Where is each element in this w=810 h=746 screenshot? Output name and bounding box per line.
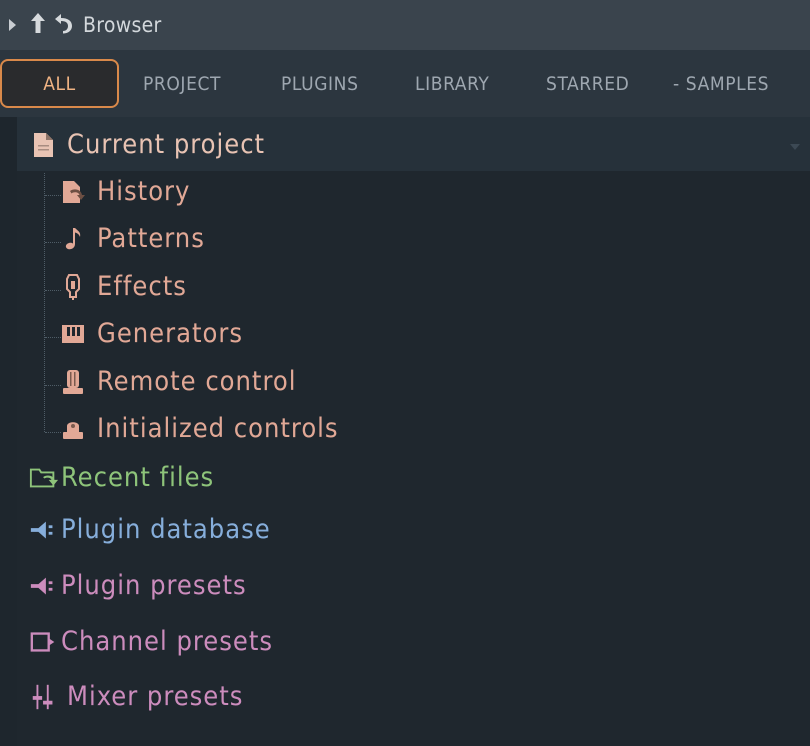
tree-item-label: Remote control <box>97 366 297 397</box>
tree-item-generators[interactable]: Generators <box>59 318 243 349</box>
tree-item-current-project[interactable]: Current project <box>29 129 265 160</box>
tree-item-label: Generators <box>97 318 244 349</box>
tree-item-recent-files[interactable]: Recent files <box>29 462 214 493</box>
tree-guide-line <box>44 173 45 432</box>
browser-tab-bar: ALL PROJECT PLUGINS LIBRARY STARRED - SA… <box>0 50 810 117</box>
tree-item-patterns[interactable]: Patterns <box>59 223 205 254</box>
remote-knob-icon <box>59 368 87 396</box>
effects-icon <box>59 273 87 301</box>
tree-item-effects[interactable]: Effects <box>59 271 187 302</box>
tree-item-label: History <box>97 176 191 207</box>
tab-samples[interactable]: - SAMPLES <box>673 73 769 95</box>
tree-item-channel-presets[interactable]: Channel presets <box>29 626 273 657</box>
browser-tree: Current project History Patterns Effects… <box>17 117 810 746</box>
expand-arrow-icon[interactable] <box>9 19 16 31</box>
init-knob-icon <box>59 415 87 443</box>
tree-item-label: Mixer presets <box>67 681 244 712</box>
tree-item-label: Recent files <box>61 462 215 493</box>
channel-icon <box>29 627 59 657</box>
plug-icon <box>29 571 59 601</box>
tree-item-label: Plugin presets <box>61 570 247 601</box>
tab-project[interactable]: PROJECT <box>143 73 221 95</box>
history-icon <box>59 178 87 206</box>
tab-library[interactable]: LIBRARY <box>415 73 489 95</box>
tree-item-plugin-database[interactable]: Plugin database <box>29 514 271 545</box>
tree-item-label: Plugin database <box>61 514 271 545</box>
tree-item-mixer-presets[interactable]: Mixer presets <box>29 681 243 712</box>
up-arrow-icon[interactable] <box>30 12 46 38</box>
mixer-icon <box>29 682 59 712</box>
note-icon <box>59 225 87 253</box>
browser-title-bar: Browser <box>0 0 810 50</box>
tree-item-initialized-controls[interactable]: Initialized controls <box>59 413 339 444</box>
tree-item-label: Channel presets <box>61 626 274 657</box>
tree-item-label: Patterns <box>97 223 205 254</box>
tree-item-label: Current project <box>67 129 266 160</box>
undo-arrow-icon[interactable] <box>54 12 74 38</box>
tab-all[interactable]: ALL <box>0 59 119 108</box>
tab-plugins[interactable]: PLUGINS <box>281 73 359 95</box>
tree-item-label: Effects <box>97 271 187 302</box>
tree-item-remote-control[interactable]: Remote control <box>59 366 296 397</box>
plug-icon <box>29 515 59 545</box>
tab-starred[interactable]: STARRED <box>546 73 629 95</box>
collapse-arrow-icon[interactable] <box>790 144 800 150</box>
tree-item-label: Initialized controls <box>97 413 339 444</box>
tree-item-plugin-presets[interactable]: Plugin presets <box>29 570 247 601</box>
piano-icon <box>59 320 87 348</box>
browser-title: Browser <box>83 13 162 37</box>
tree-item-history[interactable]: History <box>59 176 190 207</box>
document-icon <box>29 130 59 160</box>
recent-folder-icon <box>29 463 59 493</box>
